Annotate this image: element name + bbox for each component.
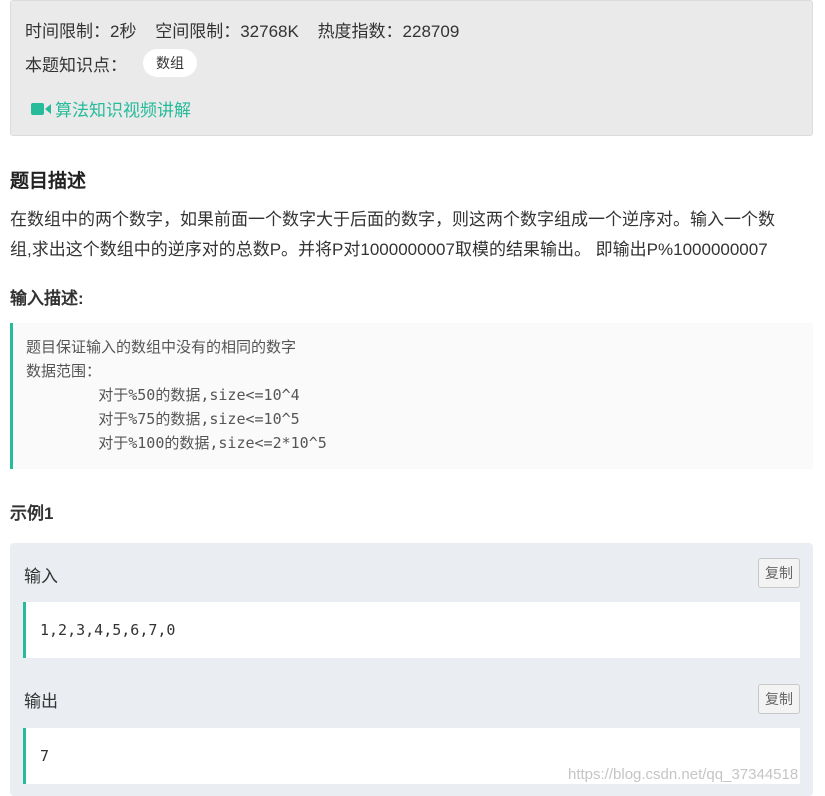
watermark: https://blog.csdn.net/qq_37344518 <box>568 766 799 783</box>
problem-info-panel: 时间限制：2秒 空间限制：32768K 热度指数：228709 本题知识点： 数… <box>10 0 813 136</box>
problem-description: 在数组中的两个数字，如果前面一个数字大于后面的数字，则这两个数字组成一个逆序对。… <box>10 205 815 265</box>
example-title: 示例1 <box>10 504 54 523</box>
knowledge-tag[interactable]: 数组 <box>143 49 197 77</box>
example-input-value: 1,2,3,4,5,6,7,0 <box>23 602 800 658</box>
video-link-label: 算法知识视频讲解 <box>55 101 191 120</box>
example-input-label: 输入 <box>24 567 58 586</box>
limits-row: 时间限制：2秒 空间限制：32768K 热度指数：228709 <box>25 17 473 42</box>
problem-title: 题目描述 <box>10 171 87 192</box>
video-tutorial-link[interactable]: 算法知识视频讲解 <box>31 96 191 121</box>
description-line: 组,求出这个数组中的逆序对的总数P。并将P对1000000007取模的结果输出。… <box>10 240 768 259</box>
knowledge-label: 本题知识点： <box>25 55 127 75</box>
input-description-title: 输入描述: <box>10 289 84 308</box>
heat-index: 热度指数：228709 <box>317 22 460 41</box>
video-camera-icon <box>31 102 51 115</box>
example-output-label: 输出 <box>24 692 58 711</box>
example-panel: 输入 复制 1,2,3,4,5,6,7,0 输出 复制 7 <box>10 543 813 796</box>
copy-input-button[interactable]: 复制 <box>758 558 800 588</box>
knowledge-row: 本题知识点： 数组 <box>25 49 197 77</box>
description-line: 在数组中的两个数字，如果前面一个数字大于后面的数字，则这两个数字组成一个逆序对。… <box>10 210 775 229</box>
space-limit: 空间限制：32768K <box>155 22 299 41</box>
copy-output-button[interactable]: 复制 <box>758 684 800 714</box>
time-limit: 时间限制：2秒 <box>25 22 137 41</box>
input-description-block: 题目保证输入的数组中没有的相同的数字 数据范围： 对于%50的数据,size<=… <box>10 323 813 469</box>
